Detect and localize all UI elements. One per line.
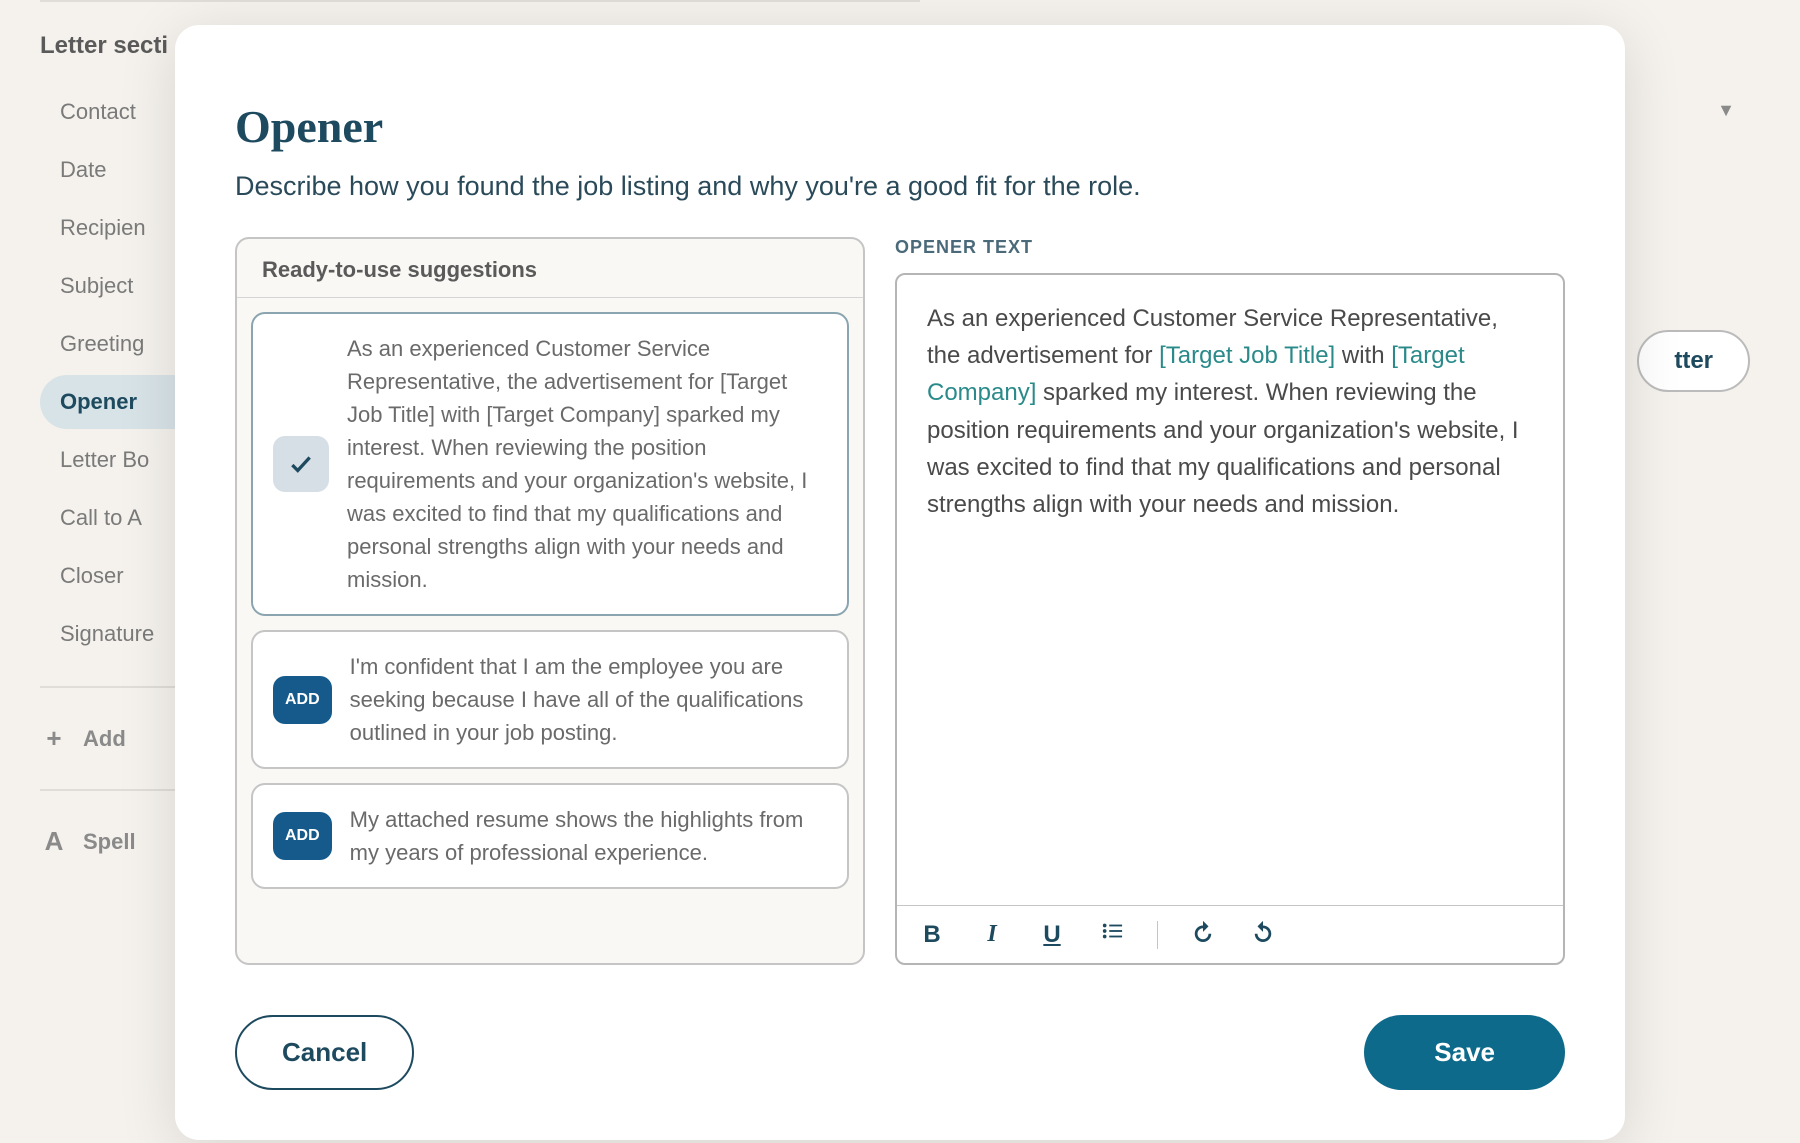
editor-toolbar: B I U (897, 905, 1563, 963)
suggestion-card[interactable]: ADD I'm confident that I am the employee… (251, 630, 849, 769)
save-button[interactable]: Save (1364, 1015, 1565, 1090)
plus-icon: + (40, 723, 68, 754)
opener-text-editor[interactable]: As an experienced Customer Service Repre… (897, 275, 1563, 905)
check-icon (288, 451, 314, 477)
editor-box: As an experienced Customer Service Repre… (895, 273, 1565, 965)
italic-button[interactable]: I (977, 921, 1007, 948)
chevron-down-icon[interactable]: ▼ (1717, 100, 1735, 121)
suggestion-add-button[interactable]: ADD (273, 812, 332, 860)
spell-icon: A (40, 826, 68, 857)
suggestion-card[interactable]: ADD My attached resume shows the highlig… (251, 783, 849, 889)
suggestion-text: I'm confident that I am the employee you… (350, 650, 827, 749)
background-button[interactable]: tter (1637, 330, 1750, 392)
editor-panel: OPENER TEXT As an experienced Customer S… (895, 237, 1565, 965)
editor-label: OPENER TEXT (895, 237, 1565, 258)
suggestions-header: Ready-to-use suggestions (237, 239, 863, 298)
undo-icon (1192, 920, 1214, 942)
suggestions-panel: Ready-to-use suggestions As an experienc… (235, 237, 865, 965)
redo-button[interactable] (1248, 920, 1278, 949)
modal-title: Opener (235, 100, 1565, 153)
modal-subtitle: Describe how you found the job listing a… (235, 171, 1565, 202)
cancel-button[interactable]: Cancel (235, 1015, 414, 1090)
bold-button[interactable]: B (917, 921, 947, 949)
spell-label: Spell (83, 829, 136, 855)
suggestion-add-button[interactable]: ADD (273, 676, 332, 724)
suggestion-text: As an experienced Customer Service Repre… (347, 332, 827, 596)
bullet-list-button[interactable] (1097, 920, 1127, 949)
placeholder-job-title[interactable]: [Target Job Title] (1159, 342, 1335, 369)
suggestion-selected-button[interactable] (273, 436, 329, 492)
opener-modal: Opener Describe how you found the job li… (175, 25, 1625, 1140)
suggestion-card[interactable]: As an experienced Customer Service Repre… (251, 312, 849, 616)
list-icon (1101, 920, 1123, 942)
suggestion-text: My attached resume shows the highlights … (350, 803, 827, 869)
undo-button[interactable] (1188, 920, 1218, 949)
redo-icon (1252, 920, 1274, 942)
add-label: Add (83, 726, 126, 752)
suggestions-list[interactable]: As an experienced Customer Service Repre… (237, 298, 863, 963)
underline-button[interactable]: U (1037, 921, 1067, 949)
